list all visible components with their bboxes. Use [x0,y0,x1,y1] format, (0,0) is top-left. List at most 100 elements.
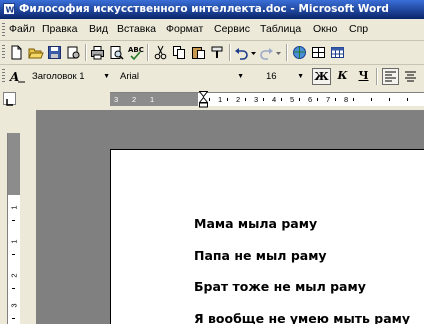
ruler-tick [407,98,408,101]
menu-insert[interactable]: Вставка [117,19,156,40]
ruler-label: 4 [272,95,277,104]
ruler-label: 2 [132,95,137,104]
vertical-ruler-tick [12,220,15,221]
document-line[interactable]: Я вообще не умею мыть раму [194,311,410,324]
ruler-strip: 3 2 1 1 2 3 4 5 6 7 8 [110,92,424,106]
style-select[interactable]: Заголовок 1 ▼ [28,68,112,85]
chevron-down-icon: ▼ [297,73,304,80]
menu-tools[interactable]: Сервис [214,19,250,40]
vertical-ruler-label: 1 [9,239,19,244]
formatting-toolbar: A Заголовок 1 ▼ Arial ▼ 16 ▼ Ж К Ч [0,65,424,90]
toolbar-separator [286,44,288,61]
ruler-tick [281,98,282,101]
redo-icon[interactable] [258,44,275,61]
vertical-ruler-tick [12,254,15,255]
document-line[interactable]: Мама мыла раму [194,216,317,231]
new-document-icon[interactable] [8,44,25,61]
vertical-ruler-label: 1 [9,205,19,210]
document-line[interactable]: Брат тоже не мыл раму [194,279,366,294]
cut-icon[interactable] [152,44,169,61]
format-painter-icon[interactable] [209,44,226,61]
svg-text:W: W [6,6,15,15]
undo-dropdown-icon[interactable] [250,44,257,61]
align-center-icon[interactable] [402,68,419,85]
toolbar-grip-icon[interactable] [2,69,5,82]
ruler-tick [389,98,390,101]
horizontal-ruler[interactable]: 3 2 1 1 2 3 4 5 6 7 8 [0,89,424,111]
ruler-tick [209,98,210,101]
align-left-icon[interactable] [382,68,399,85]
ruler-tick [317,98,318,101]
ruler-label: 5 [290,95,295,104]
toolbar-grip-icon[interactable] [2,45,5,58]
insert-table-icon[interactable] [329,44,346,61]
bold-button[interactable]: Ж [312,68,331,85]
open-icon[interactable] [27,44,44,61]
font-size-select[interactable]: 16 ▼ [262,68,306,85]
ruler-tick [299,98,300,101]
save-icon[interactable] [46,44,63,61]
word-document-icon[interactable]: W [3,3,15,15]
vertical-ruler-tick [12,318,15,319]
word-window: W Философия искусственного интеллекта.do… [0,0,424,324]
document-workspace: Мама мыла раму Папа не мыл раму Брат тож… [36,110,424,324]
ruler-tick [227,98,228,101]
title-bar[interactable]: W Философия искусственного интеллекта.do… [0,0,424,19]
ruler-label: 6 [308,95,313,104]
ruler-tick [335,98,336,101]
svg-text:ABC: ABC [128,46,144,54]
hyperlink-icon[interactable] [291,44,308,61]
window-title: Философия искусственного интеллекта.doc … [19,3,389,15]
ruler-label: 3 [114,95,119,104]
ruler-tick [263,98,264,101]
styles-pane-icon[interactable]: A [9,68,26,85]
ruler-label: 2 [236,95,241,104]
vertical-ruler-strip: 1 1 2 3 4 [7,133,20,324]
menu-window[interactable]: Окно [313,19,337,40]
font-select[interactable]: Arial ▼ [116,68,246,85]
chevron-down-icon: ▼ [237,73,244,80]
ruler-label: 1 [150,95,155,104]
menu-edit[interactable]: Правка [42,19,77,40]
vertical-ruler-tick [12,288,15,289]
ruler-tick [353,98,354,101]
print-preview-icon[interactable] [108,44,125,61]
tab-selector-icon[interactable] [3,92,16,106]
font-size-value: 16 [266,71,277,82]
italic-button[interactable]: К [333,68,352,85]
menu-file[interactable]: Файл [9,19,35,40]
font-value: Arial [120,71,140,82]
chevron-down-icon: ▼ [103,73,110,80]
redo-dropdown-icon[interactable] [275,44,282,61]
ruler-tick [245,98,246,101]
menubar-grip-icon[interactable] [2,23,5,36]
ruler-label: 1 [218,95,223,104]
print-icon[interactable] [89,44,106,61]
ruler-label: 7 [326,95,331,104]
tables-borders-icon[interactable] [310,44,327,61]
vertical-ruler[interactable]: 1 1 2 3 4 [0,110,36,324]
spelling-icon[interactable]: ABC [127,44,144,61]
undo-icon[interactable] [233,44,250,61]
document-line[interactable]: Папа не мыл раму [194,248,327,263]
svg-text:A: A [9,70,19,84]
standard-toolbar: ABC [0,41,424,65]
copy-icon[interactable] [171,44,188,61]
menu-help[interactable]: Спр [349,19,368,40]
menu-format[interactable]: Формат [166,19,203,40]
toolbar-separator [147,44,149,61]
style-value: Заголовок 1 [32,71,85,82]
underline-button[interactable]: Ч [354,68,373,85]
document-page[interactable]: Мама мыла раму Папа не мыл раму Брат тож… [110,149,424,324]
vertical-ruler-label: 3 [9,303,19,308]
toolbar-separator [85,44,87,61]
toolbar-separator [229,44,231,61]
paste-icon[interactable] [190,44,207,61]
menu-view[interactable]: Вид [89,19,108,40]
toolbar-separator [376,68,378,85]
ruler-label: 3 [254,95,259,104]
menu-table[interactable]: Таблица [260,19,301,40]
indent-marker-icon[interactable] [198,91,209,112]
permission-icon[interactable] [65,44,82,61]
menu-bar: Файл Правка Вид Вставка Формат Сервис Та… [0,19,424,41]
